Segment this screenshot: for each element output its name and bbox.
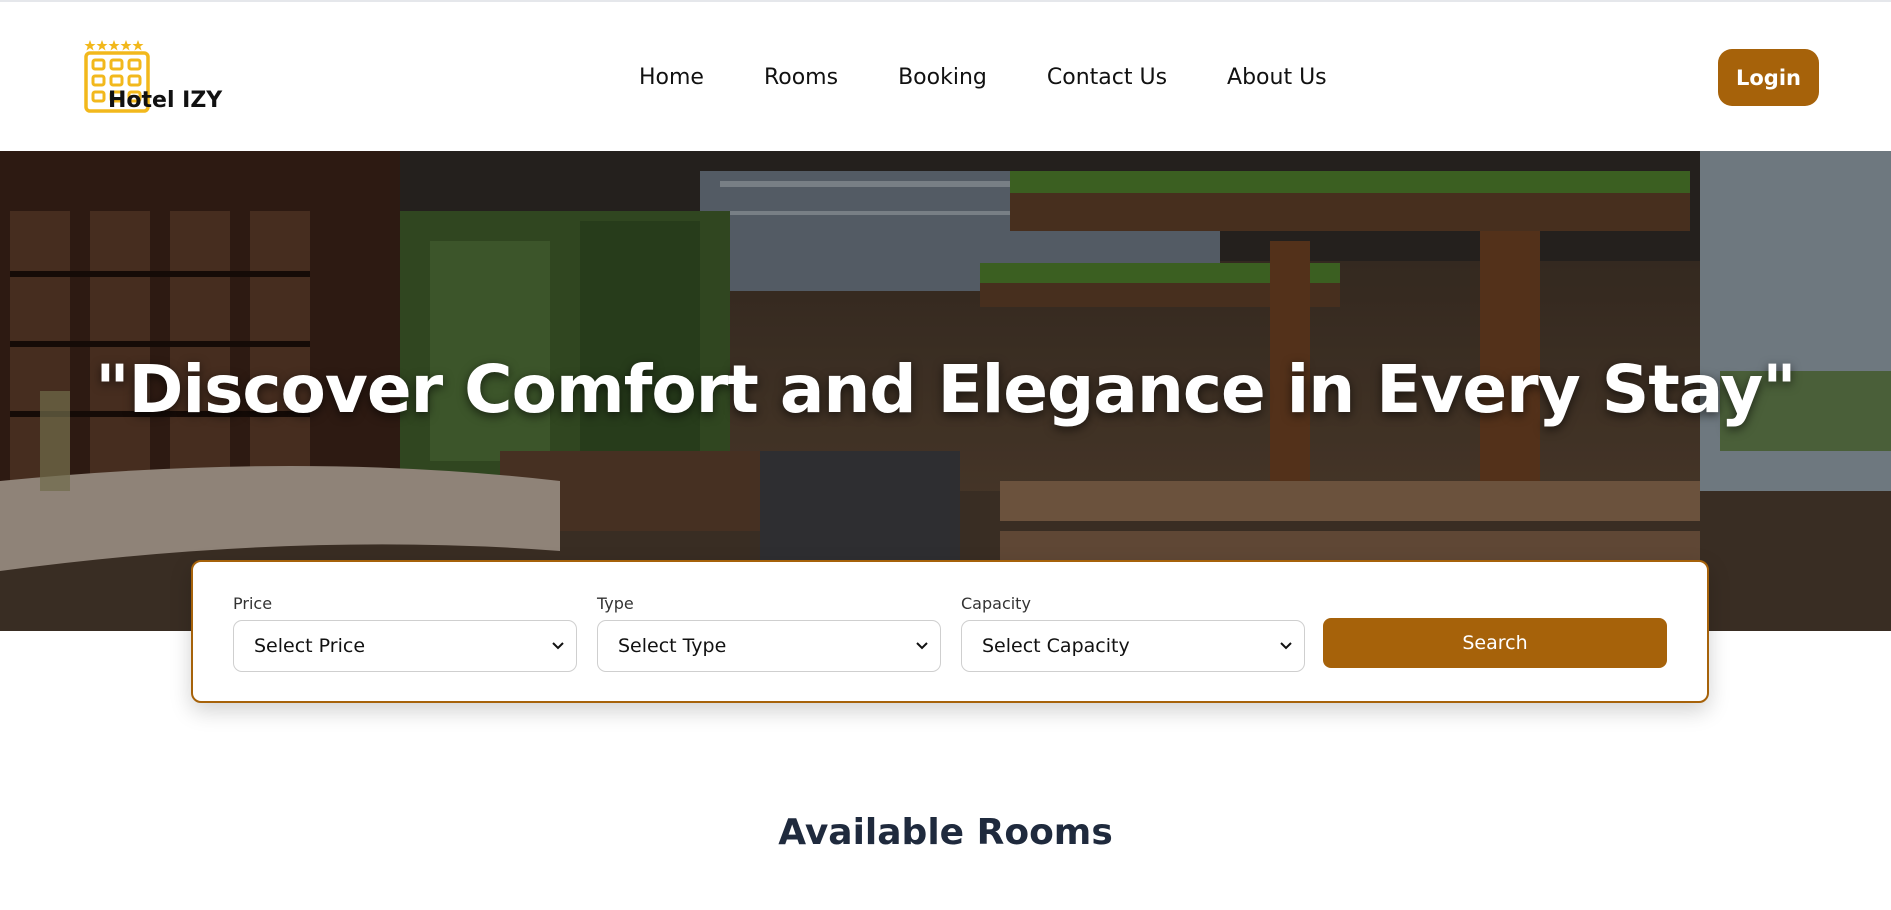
nav-home[interactable]: Home <box>639 62 704 94</box>
price-label: Price <box>233 594 273 613</box>
price-field: Price Select Price <box>233 594 577 672</box>
nav-contact-us[interactable]: Contact Us <box>1047 62 1167 94</box>
login-button[interactable]: Login <box>1718 49 1819 106</box>
capacity-field: Capacity Select Capacity <box>961 594 1305 672</box>
hero-banner: "Discover Comfort and Elegance in Every … <box>0 151 1891 631</box>
site-header: Hotel IZY Home Rooms Booking Contact Us … <box>0 2 1891 151</box>
nav-booking[interactable]: Booking <box>898 62 987 94</box>
capacity-label: Capacity <box>961 594 1031 613</box>
available-rooms-heading: Available Rooms <box>778 812 1113 853</box>
brand-logo[interactable]: Hotel IZY <box>84 38 224 118</box>
brand-name: Hotel IZY <box>108 88 223 113</box>
chevron-down-icon <box>1280 642 1292 650</box>
nav-rooms[interactable]: Rooms <box>764 62 838 94</box>
type-select-value: Select Type <box>618 635 727 657</box>
nav-about-us[interactable]: About Us <box>1227 62 1327 94</box>
type-label: Type <box>597 594 634 613</box>
capacity-select-value: Select Capacity <box>982 635 1130 657</box>
price-select-value: Select Price <box>254 635 366 657</box>
hero-title: "Discover Comfort and Elegance in Every … <box>95 351 1796 428</box>
main-nav: Home Rooms Booking Contact Us About Us <box>639 62 1387 94</box>
room-search-form: Price Select Price Type Select Type Capa… <box>191 560 1709 703</box>
price-select[interactable]: Select Price <box>233 620 577 672</box>
search-button[interactable]: Search <box>1323 618 1667 668</box>
chevron-down-icon <box>552 642 564 650</box>
chevron-down-icon <box>916 642 928 650</box>
type-field: Type Select Type <box>597 594 941 672</box>
capacity-select[interactable]: Select Capacity <box>961 620 1305 672</box>
type-select[interactable]: Select Type <box>597 620 941 672</box>
